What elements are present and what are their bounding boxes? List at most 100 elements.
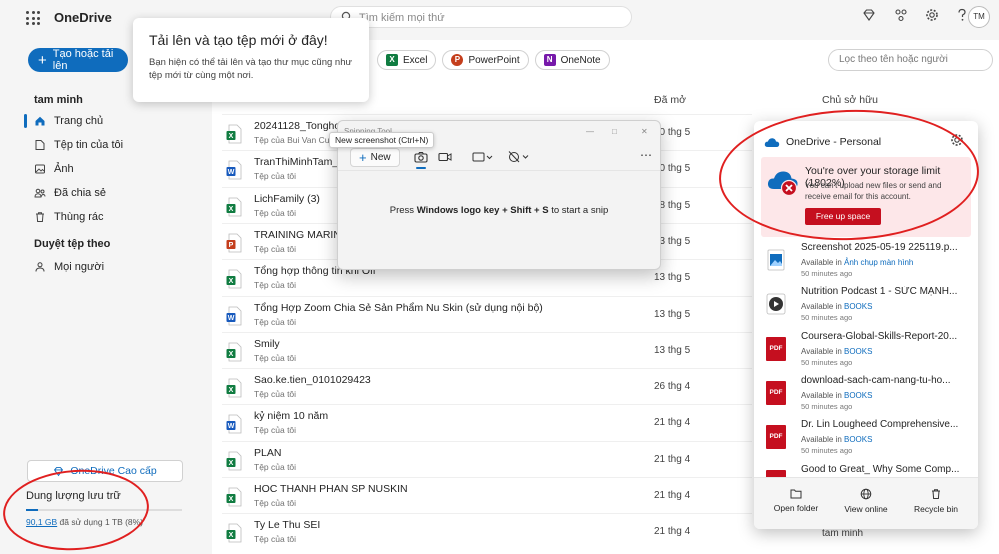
- new-snip-button[interactable]: + New: [350, 148, 400, 167]
- file-row[interactable]: X Sao.ke.tien_0101029423 Tệp của tôi 26 thg…: [222, 368, 752, 404]
- svg-text:X: X: [229, 351, 234, 358]
- svg-text:W: W: [228, 424, 235, 431]
- sidebar-item-shared[interactable]: Đã chia sẻ: [34, 184, 106, 202]
- view-online-button[interactable]: View online: [831, 488, 901, 514]
- premium-button[interactable]: OneDrive Cao cấp: [27, 460, 183, 482]
- recent-sync-item[interactable]: PDF Dr. Lin Lougheed Comprehensive... Avai…: [764, 419, 969, 463]
- minimize-icon[interactable]: —: [586, 127, 594, 136]
- file-owner: Tệp của tôi: [254, 498, 297, 508]
- svg-text:X: X: [229, 278, 234, 285]
- close-icon[interactable]: ✕: [641, 127, 648, 136]
- file-name[interactable]: Ty Le Thu SEI: [254, 519, 320, 531]
- image-file-icon: [767, 249, 785, 271]
- quick-create-row: X Excel P PowerPoint N OneNote: [377, 50, 610, 70]
- onenote-icon: N: [543, 54, 556, 66]
- sidebar-item-my-files[interactable]: Tệp tin của tôi: [34, 136, 123, 154]
- excel-file-icon: X: [226, 342, 242, 362]
- storage-progress-bar: [26, 509, 182, 511]
- onboarding-tooltip: Tải lên và tạo tệp mới ở đây! Bạn hiện c…: [133, 18, 369, 102]
- flyout-settings-icon[interactable]: [950, 133, 964, 147]
- powerpoint-icon: P: [451, 54, 464, 66]
- free-up-space-button[interactable]: Free up space: [805, 208, 881, 225]
- sidebar-item-recycle-bin[interactable]: Thùng rác: [34, 208, 104, 226]
- file-name[interactable]: Smily: [254, 338, 280, 350]
- recent-sync-item[interactable]: Screenshot 2025-05-19 225119.p... Availab…: [764, 242, 969, 286]
- active-indicator: [24, 114, 27, 128]
- create-onenote-button[interactable]: N OneNote: [534, 50, 610, 70]
- sidebar-item-photos[interactable]: Ảnh: [34, 160, 74, 178]
- file-row[interactable]: X Ty Le Thu SEI Tệp của tôi 21 thg 4: [222, 513, 752, 549]
- file-name[interactable]: HOC THANH PHAN SP NUSKIN: [254, 483, 408, 495]
- diamond-icon[interactable]: [862, 8, 876, 22]
- item-location: Available in BOOKS: [801, 390, 873, 400]
- item-name: download-sach-cam-nang-tu-ho...: [801, 374, 951, 386]
- file-row[interactable]: X PLAN Tệp của tôi 21 thg 4: [222, 440, 752, 477]
- search-placeholder: Tìm kiếm mọi thứ: [359, 12, 445, 24]
- storage-alert: You're over your storage limit (1802%) Y…: [761, 157, 971, 237]
- file-owner: Tệp của tôi: [254, 280, 297, 291]
- create-excel-button[interactable]: X Excel: [377, 50, 437, 70]
- recent-sync-item[interactable]: Nutrition Podcast 1 - SỨC MẠNH... Availab…: [764, 286, 969, 330]
- video-icon[interactable]: [438, 152, 452, 162]
- more-options-icon[interactable]: ⋯: [640, 148, 653, 162]
- file-opened-date: 13 thg 5: [654, 308, 691, 320]
- svg-text:X: X: [229, 496, 234, 503]
- file-row[interactable]: Wkỷ niệm 10 năm Tệp của tôi 21 thg 4: [222, 404, 752, 440]
- file-owner: Tệp của tôi: [254, 534, 297, 545]
- word-file-icon: W: [226, 414, 242, 434]
- excel-file-icon: X: [226, 197, 242, 216]
- person-icon: [35, 262, 45, 272]
- file-name[interactable]: Sao.ke.tien_0101029423: [254, 374, 371, 386]
- recent-sync-item[interactable]: PDF Coursera-Global-Skills-Report-20... Av…: [764, 331, 969, 375]
- maximize-icon[interactable]: □: [612, 127, 617, 136]
- diamond-icon: [54, 466, 64, 476]
- flyout-footer: Open folder View online Recycle bin: [754, 477, 978, 529]
- browse-by-header: Duyệt tệp theo: [34, 238, 111, 250]
- settings-gear-icon[interactable]: [925, 8, 939, 22]
- recycle-bin-button[interactable]: Recycle bin: [901, 488, 971, 514]
- file-row[interactable]: X HOC THANH PHAN SP NUSKIN Tệp của tôi 21 t…: [222, 477, 752, 513]
- item-location: Available in BOOKS: [801, 346, 873, 356]
- sidebar-item-people[interactable]: Mọi người: [34, 258, 104, 276]
- item-name: Dr. Lin Lougheed Comprehensive...: [801, 419, 959, 431]
- item-name: Good to Great_ Why Some Comp...: [801, 463, 960, 475]
- app-launcher-icon[interactable]: [26, 11, 40, 25]
- file-opened-date: 13 thg 5: [654, 272, 691, 284]
- item-name: Nutrition Podcast 1 - SỨC MẠNH...: [801, 286, 958, 298]
- delay-timer-icon[interactable]: [508, 150, 530, 163]
- item-time: 50 minutes ago: [801, 446, 853, 456]
- recent-sync-item[interactable]: PDF download-sach-cam-nang-tu-ho... Availa…: [764, 375, 969, 419]
- folder-icon: [35, 140, 45, 150]
- excel-file-icon: X: [226, 124, 242, 144]
- snip-mode-icon[interactable]: [472, 152, 494, 162]
- file-name[interactable]: LichFamily (3): [254, 193, 320, 205]
- plus-icon: +: [359, 150, 367, 165]
- column-header-opened[interactable]: Đã mở: [654, 94, 686, 106]
- storage-title: Dung lượng lưu trữ: [26, 490, 121, 502]
- item-time: 50 minutes ago: [801, 313, 853, 323]
- app-title[interactable]: OneDrive: [54, 10, 112, 25]
- camera-icon[interactable]: [414, 151, 428, 163]
- open-folder-button[interactable]: Open folder: [761, 488, 831, 513]
- help-icon[interactable]: [956, 8, 968, 22]
- search-box[interactable]: Tìm kiếm mọi thứ: [330, 6, 632, 28]
- file-row[interactable]: X Smily Tệp của tôi 13 thg 5: [222, 331, 752, 368]
- create-powerpoint-button[interactable]: P PowerPoint: [442, 50, 529, 70]
- storage-used-link[interactable]: 90,1 GB: [26, 517, 57, 527]
- filter-input[interactable]: Lọc theo tên hoặc người: [828, 49, 993, 71]
- user-avatar[interactable]: TM: [968, 6, 990, 28]
- file-owner: Tệp của tôi: [254, 425, 297, 436]
- file-name[interactable]: kỷ niệm 10 năm: [254, 410, 328, 422]
- plus-icon: +: [38, 51, 47, 69]
- file-name[interactable]: Tổng Hợp Zoom Chia Sẻ Sản Phẩm Nu Skin (…: [254, 302, 543, 314]
- file-owner: Tệp của tôi: [254, 207, 297, 218]
- snipping-instructions: Press Windows logo key + Shift + S to st…: [389, 205, 609, 216]
- file-name[interactable]: PLAN: [254, 447, 281, 459]
- file-row[interactable]: W Tổng Hợp Zoom Chia Sẻ Sản Phẩm Nu Skin …: [222, 295, 752, 332]
- tooltip-title: Tải lên và tạo tệp mới ở đây!: [149, 32, 328, 48]
- create-upload-button[interactable]: + Tạo hoặc tải lên: [28, 48, 128, 72]
- column-header-owner[interactable]: Chủ sở hữu: [822, 94, 878, 106]
- share-network-icon[interactable]: [894, 8, 908, 22]
- sidebar-item-home[interactable]: Trang chủ: [34, 112, 103, 130]
- file-owner: Tệp của tôi: [254, 171, 297, 182]
